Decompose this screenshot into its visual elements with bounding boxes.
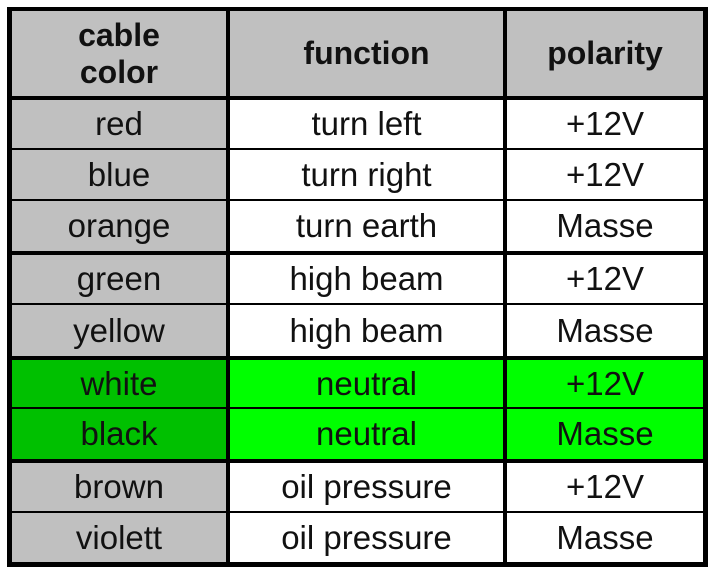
cell-polarity: +12V bbox=[507, 100, 703, 148]
cell-cable-color: violett bbox=[12, 513, 226, 562]
cell-polarity: +12V bbox=[507, 360, 703, 407]
cell-cable-color: green bbox=[12, 255, 226, 303]
header-label: polarity bbox=[547, 35, 663, 72]
cell-cable-color: white bbox=[12, 360, 226, 407]
cell-function: oil pressure bbox=[230, 463, 503, 511]
header-label: cable color bbox=[78, 17, 160, 91]
cell-cable-color: black bbox=[12, 409, 226, 459]
header-label: function bbox=[303, 35, 429, 72]
cell-function: high beam bbox=[230, 305, 503, 356]
header-cable-color: cable color bbox=[12, 11, 226, 96]
header-line: polarity bbox=[547, 35, 663, 72]
cell-polarity: Masse bbox=[507, 409, 703, 459]
header-line: color bbox=[79, 53, 159, 90]
cell-function: turn left bbox=[230, 100, 503, 148]
cell-polarity: +12V bbox=[507, 150, 703, 199]
cell-function: neutral bbox=[230, 409, 503, 459]
cell-polarity: Masse bbox=[507, 513, 703, 562]
header-line: cable bbox=[78, 16, 160, 53]
cell-polarity: +12V bbox=[507, 463, 703, 511]
header-polarity: polarity bbox=[507, 11, 703, 96]
cell-polarity: Masse bbox=[507, 201, 703, 251]
cell-function: high beam bbox=[230, 255, 503, 303]
cell-cable-color: yellow bbox=[12, 305, 226, 356]
cable-color-table: cable color function polarity red turn left +1… bbox=[7, 7, 708, 567]
header-function: function bbox=[230, 11, 503, 96]
header-line: function bbox=[303, 35, 430, 72]
cell-function: turn earth bbox=[230, 201, 503, 251]
cell-cable-color: brown bbox=[12, 463, 226, 511]
cell-cable-color: blue bbox=[12, 150, 226, 199]
cell-polarity: Masse bbox=[507, 305, 703, 356]
cell-cable-color: red bbox=[12, 100, 226, 148]
cell-function: oil pressure bbox=[230, 513, 503, 562]
cell-function: turn right bbox=[230, 150, 503, 199]
cell-polarity: +12V bbox=[507, 255, 703, 303]
cell-cable-color: orange bbox=[12, 201, 226, 251]
cell-function: neutral bbox=[230, 360, 503, 407]
